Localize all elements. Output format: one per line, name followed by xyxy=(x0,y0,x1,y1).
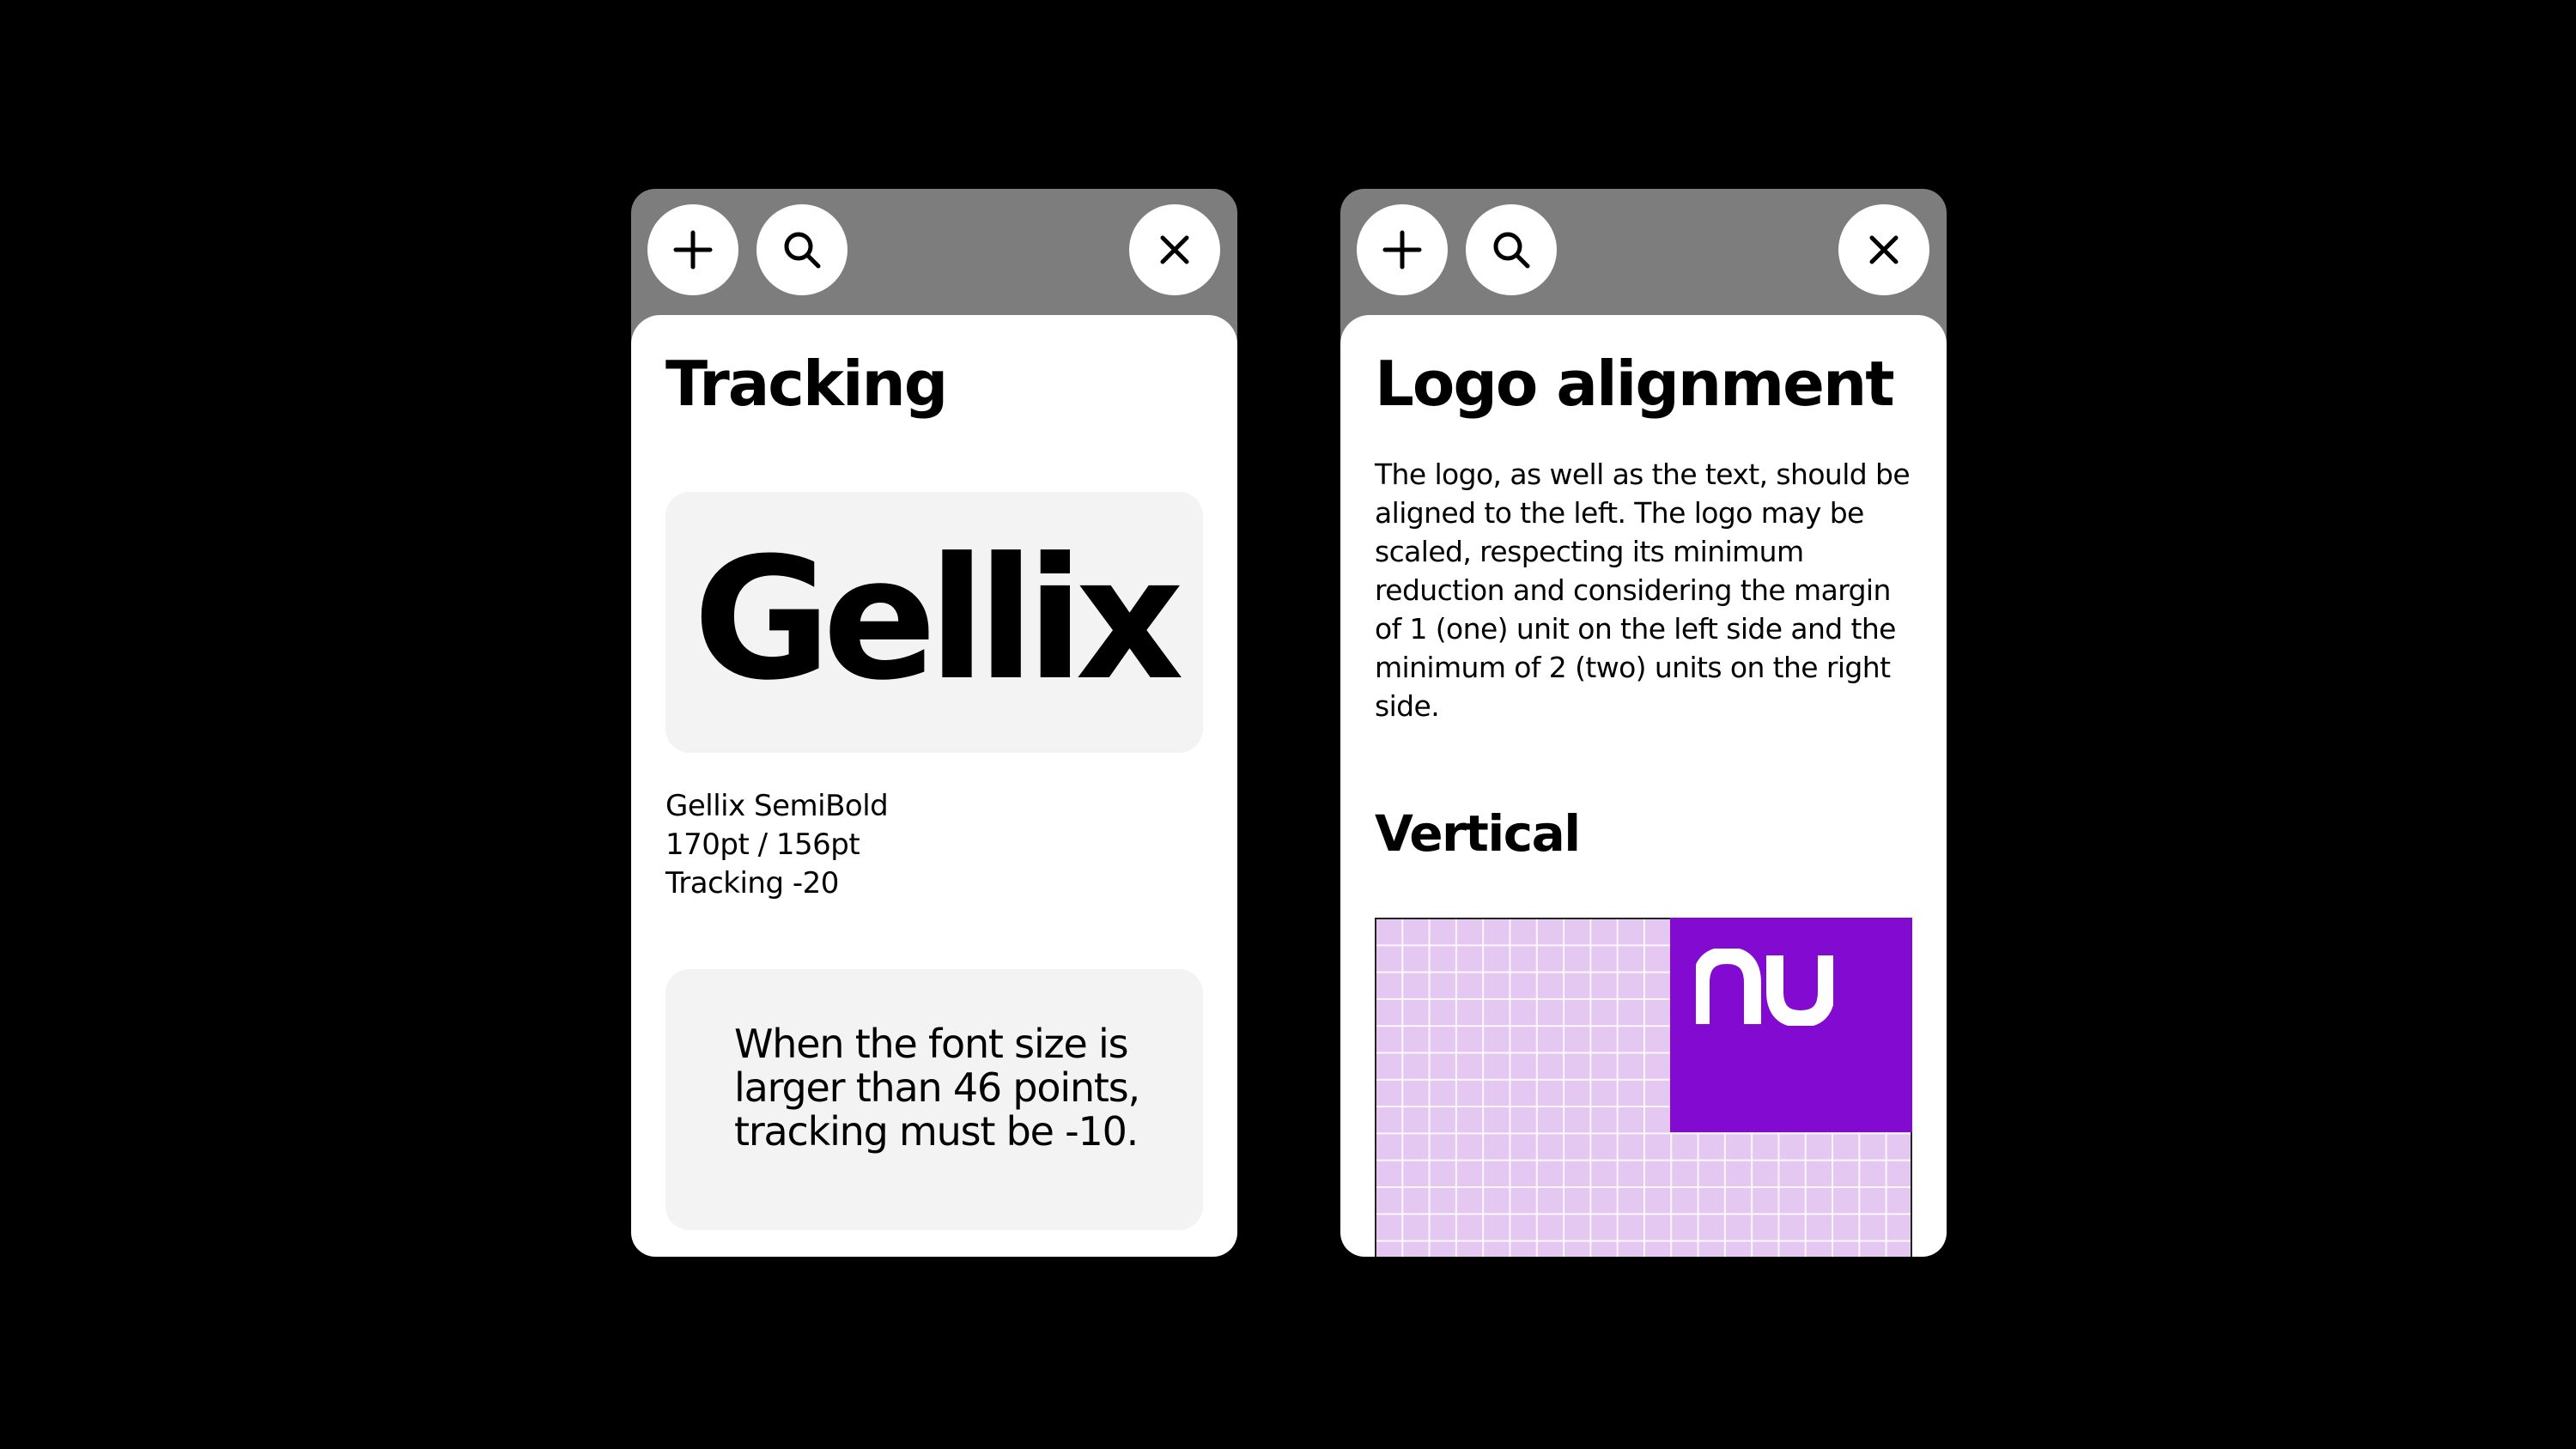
font-name: Gellix SemiBold xyxy=(665,789,889,823)
font-specimen-card: Gellix xyxy=(665,492,1203,753)
logo-alignment-panel: Logo alignment The logo, as well as the … xyxy=(1340,315,1947,1257)
close-icon xyxy=(1869,235,1899,264)
close-button[interactable] xyxy=(1129,204,1220,295)
font-specimen: Gellix xyxy=(693,522,1184,718)
section-title: Vertical xyxy=(1375,804,1581,863)
logo-block xyxy=(1670,918,1912,1132)
alignment-description: The logo, as well as the text, should be… xyxy=(1375,458,1911,723)
tracking-note: When the font size is larger than 46 poi… xyxy=(734,1021,1140,1155)
font-tracking: Tracking -20 xyxy=(665,866,839,900)
page-title: Tracking xyxy=(665,348,948,420)
tracking-panel: Tracking Gellix Gellix SemiBold 170pt / … xyxy=(631,315,1237,1257)
add-button[interactable] xyxy=(647,204,738,295)
add-button[interactable] xyxy=(1357,204,1448,295)
nu-logo xyxy=(1696,949,1833,1026)
plus-icon xyxy=(673,230,713,270)
search-button[interactable] xyxy=(1466,204,1557,295)
search-icon xyxy=(784,232,821,269)
close-icon xyxy=(1160,235,1189,264)
window-toolbar xyxy=(631,189,1237,315)
tracking-note-card: When the font size is larger than 46 poi… xyxy=(665,969,1203,1230)
search-icon xyxy=(1493,232,1530,269)
window-toolbar xyxy=(1340,189,1947,315)
plus-icon xyxy=(1382,230,1422,270)
tracking-window: Tracking Gellix Gellix SemiBold 170pt / … xyxy=(631,189,1237,1257)
logo-alignment-window: Logo alignment The logo, as well as the … xyxy=(1340,189,1947,1257)
search-button[interactable] xyxy=(756,204,848,295)
font-spec-list: Gellix SemiBold 170pt / 156pt Tracking -… xyxy=(665,787,889,903)
close-button[interactable] xyxy=(1838,204,1929,295)
logo-grid xyxy=(1375,918,1912,1257)
font-size: 170pt / 156pt xyxy=(665,828,860,862)
page-title: Logo alignment xyxy=(1375,348,1895,420)
